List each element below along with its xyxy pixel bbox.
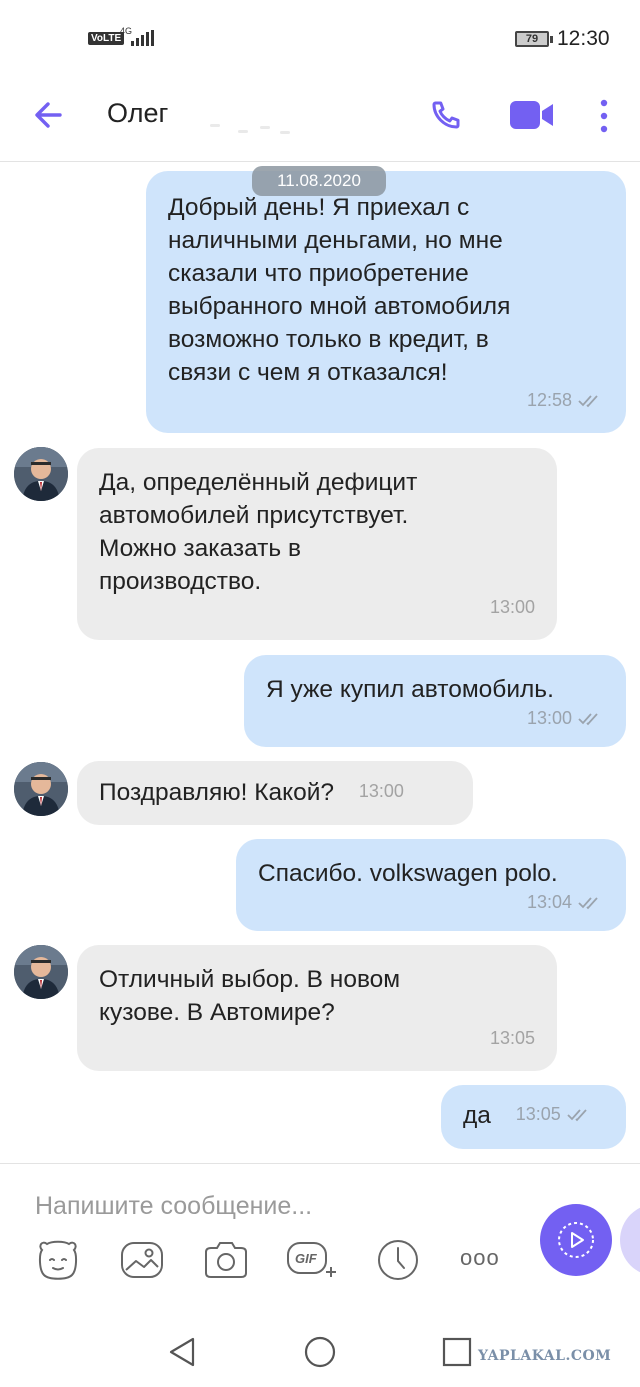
message-meta: 12:58: [527, 384, 604, 417]
arrow-left-icon: [35, 102, 62, 128]
avatar-photo: [14, 447, 68, 501]
double-check-icon: [567, 1108, 587, 1121]
message-time: 12:58: [526, 390, 572, 410]
contact-avatar[interactable]: [14, 447, 68, 501]
home-circle-icon: [304, 1336, 336, 1368]
message-time: 13:05: [489, 1028, 535, 1048]
message-text: Отличный выбор. В новом кузове. В Автоми…: [99, 966, 401, 1026]
message-meta: 13:04: [527, 886, 604, 919]
double-check-icon: [578, 394, 598, 407]
volte-indicator: VoLTE: [88, 32, 125, 45]
battery-icon: 79: [515, 31, 553, 47]
nav-recents-button[interactable]: [440, 1335, 474, 1369]
contact-name[interactable]: Олег: [107, 98, 168, 129]
outgoing-message[interactable]: Я уже купил автомобиль. 13:00: [244, 655, 626, 747]
camera-button[interactable]: [202, 1236, 250, 1284]
redaction-smudge: [180, 122, 300, 136]
send-button[interactable]: [540, 1204, 612, 1276]
message-meta: 13:00: [490, 591, 535, 624]
outgoing-message[interactable]: Добрый день! Я приехал с наличными деньг…: [146, 171, 626, 433]
more-horizontal-icon: ooo: [460, 1245, 500, 1270]
contact-avatar[interactable]: [14, 945, 68, 999]
message-time: 13:04: [526, 892, 572, 912]
message-time: 13:00: [526, 708, 572, 728]
nav-home-button[interactable]: [303, 1335, 337, 1369]
incoming-message[interactable]: Отличный выбор. В новом кузове. В Автоми…: [77, 945, 557, 1071]
more-options-button[interactable]: [590, 96, 618, 136]
message-composer: GIF ooo: [0, 1163, 640, 1323]
watermark: YAPLAKAL.COM: [478, 1348, 612, 1364]
video-camera-icon: [510, 101, 553, 129]
avatar-photo: [14, 762, 68, 816]
gif-label: GIF: [295, 1251, 317, 1266]
message-time: 13:05: [515, 1104, 561, 1125]
signal-icon: [131, 30, 155, 46]
message-input[interactable]: [35, 1186, 515, 1226]
system-nav-bar: YAPLAKAL.COM: [0, 1323, 640, 1387]
message-list[interactable]: 11.08.2020 Добрый день! Я приехал с нали…: [0, 163, 640, 1163]
recents-square-icon: [442, 1337, 472, 1367]
sticker-button[interactable]: [34, 1236, 82, 1284]
outgoing-message[interactable]: Спасибо. volkswagen polo. 13:04: [236, 839, 626, 931]
nav-back-button[interactable]: [166, 1335, 200, 1369]
message-meta: 13:05: [490, 1022, 535, 1055]
chat-header: Олег: [0, 70, 640, 162]
more-tools-button[interactable]: ooo: [458, 1236, 506, 1284]
phone-icon: [432, 101, 460, 129]
play-send-icon: [558, 1222, 594, 1258]
video-call-button[interactable]: [508, 98, 556, 132]
schedule-button[interactable]: [374, 1236, 422, 1284]
contact-avatar[interactable]: [14, 762, 68, 816]
double-check-icon: [578, 896, 598, 909]
message-text: Да, определённый дефицит автомобилей при…: [99, 469, 418, 595]
incoming-message[interactable]: Да, определённый дефицит автомобилей при…: [77, 448, 557, 640]
message-text: да: [463, 1102, 491, 1129]
call-button[interactable]: [428, 97, 464, 133]
camera-icon: [205, 1242, 247, 1278]
message-text: Добрый день! Я приехал с наличными деньг…: [168, 194, 511, 386]
gif-button[interactable]: GIF: [286, 1236, 336, 1284]
message-time: 13:00: [358, 781, 404, 802]
back-triangle-icon: [169, 1337, 195, 1367]
message-meta: 13:05: [516, 1098, 593, 1131]
more-vertical-icon: [600, 99, 608, 133]
double-check-icon: [578, 712, 598, 725]
incoming-message[interactable]: Поздравляю! Какой? 13:00: [77, 761, 473, 825]
gallery-icon: [121, 1242, 163, 1278]
gallery-button[interactable]: [118, 1236, 166, 1284]
viber-chat-screen: VoLTE 4G 79 12:30 Олег 11.08.2020 Добрый…: [0, 0, 640, 1387]
outgoing-message[interactable]: да 13:05: [441, 1085, 626, 1149]
avatar-photo: [14, 945, 68, 999]
message-time: 13:00: [489, 597, 535, 617]
status-time: 12:30: [557, 27, 610, 50]
clock-icon: [378, 1240, 418, 1280]
date-separator: 11.08.2020: [252, 166, 386, 196]
back-button[interactable]: [30, 95, 70, 135]
sticker-icon: [38, 1240, 78, 1280]
status-bar: VoLTE 4G 79 12:30: [0, 0, 640, 70]
message-text: Поздравляю! Какой?: [99, 779, 335, 806]
secondary-action-button[interactable]: [620, 1204, 640, 1276]
message-meta: 13:00: [359, 775, 404, 808]
message-meta: 13:00: [527, 702, 604, 735]
